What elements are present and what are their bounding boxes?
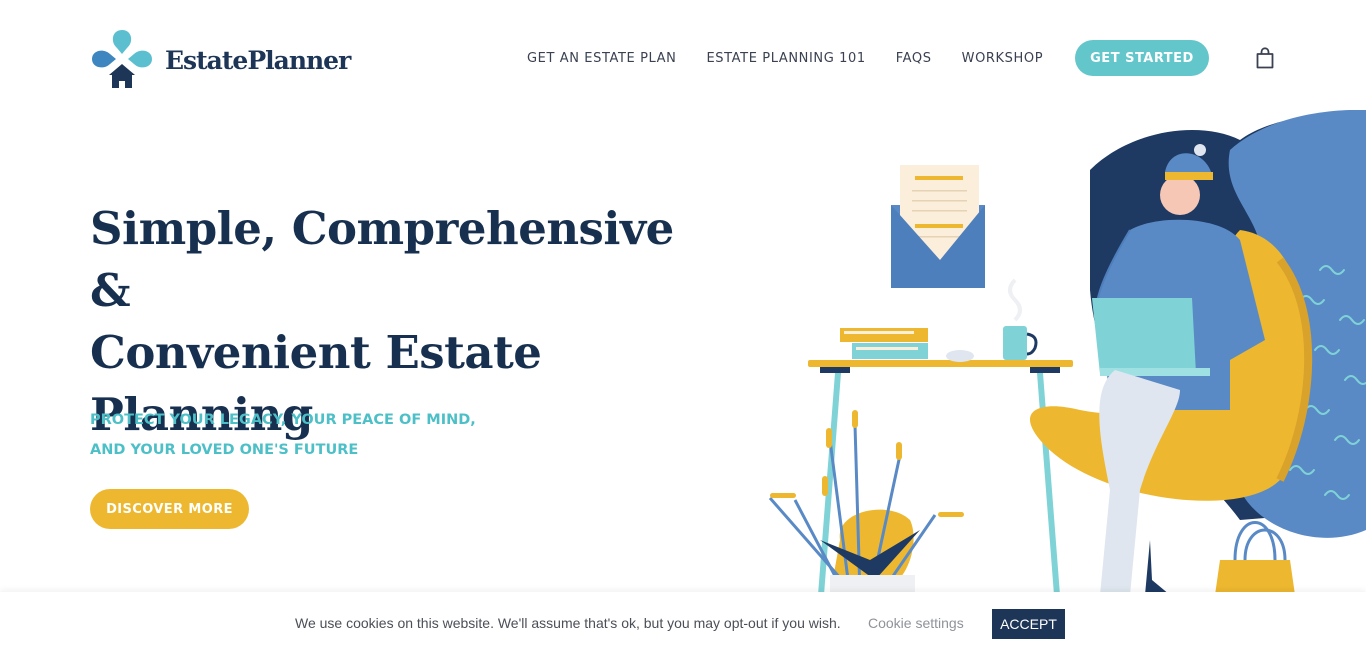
hero-title-line: Simple, Comprehensive & bbox=[90, 202, 674, 317]
hero-illustration bbox=[768, 110, 1366, 595]
logo-link[interactable]: EstatePlanner bbox=[90, 28, 351, 90]
get-started-button[interactable]: GET STARTED bbox=[1075, 40, 1209, 76]
cookie-consent-bar: We use cookies on this website. We'll as… bbox=[0, 592, 1366, 657]
cookie-settings-link[interactable]: Cookie settings bbox=[868, 615, 964, 631]
nav-item-faqs[interactable]: FAQS bbox=[896, 51, 932, 66]
hero-subtitle-line: PROTECT YOUR LEGACY, YOUR PEACE OF MIND, bbox=[90, 412, 476, 428]
cookie-message: We use cookies on this website. We'll as… bbox=[295, 615, 841, 631]
cookie-accept-button[interactable]: ACCEPT bbox=[992, 609, 1065, 639]
face-shape bbox=[1160, 175, 1200, 215]
discover-more-button[interactable]: DISCOVER MORE bbox=[90, 489, 249, 529]
hero-subtitle-line: AND YOUR LOVED ONE'S FUTURE bbox=[90, 442, 359, 458]
book-stack bbox=[840, 328, 928, 342]
hero-title-line: Convenient Estate bbox=[90, 326, 542, 379]
handbag-shape bbox=[1215, 560, 1295, 595]
nav-item-workshop[interactable]: WORKSHOP bbox=[962, 51, 1044, 66]
site-header: EstatePlanner GET AN ESTATE PLAN ESTATE … bbox=[0, 0, 1366, 115]
logo-wordmark: EstatePlanner bbox=[165, 46, 351, 75]
shopping-bag-icon[interactable] bbox=[1255, 47, 1275, 69]
nav-item-get-an-estate-plan[interactable]: GET AN ESTATE PLAN bbox=[527, 51, 676, 66]
desk-top bbox=[808, 360, 1073, 367]
hero-subtitle: PROTECT YOUR LEGACY, YOUR PEACE OF MIND,… bbox=[90, 405, 510, 465]
clover-house-logo-icon bbox=[92, 30, 152, 88]
mug-shape bbox=[1003, 326, 1027, 360]
nav-item-estate-planning-101[interactable]: ESTATE PLANNING 101 bbox=[706, 51, 865, 66]
page: EstatePlanner GET AN ESTATE PLAN ESTATE … bbox=[0, 0, 1366, 657]
main-nav: GET AN ESTATE PLAN ESTATE PLANNING 101 F… bbox=[527, 40, 1073, 76]
laptop-shape bbox=[1092, 298, 1196, 374]
